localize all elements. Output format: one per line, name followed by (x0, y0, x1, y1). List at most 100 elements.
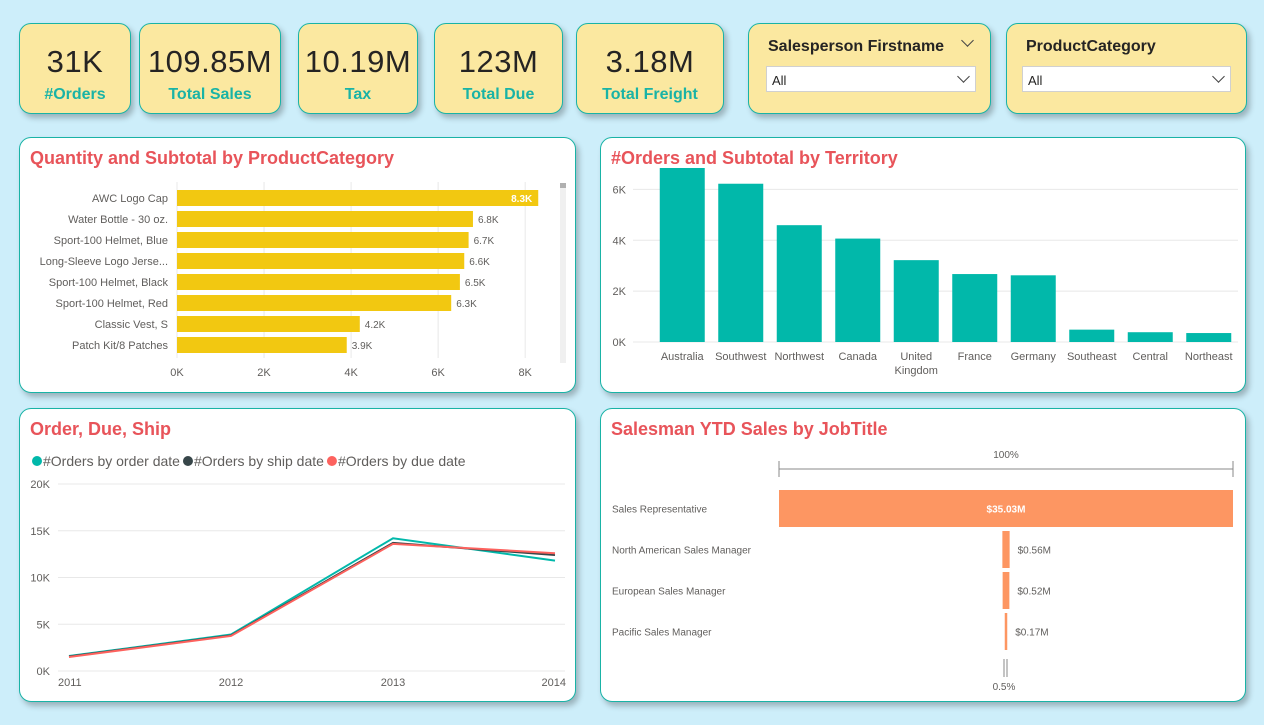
x-tick-label: 0K (170, 367, 184, 379)
category-label: Australia (661, 351, 705, 363)
x-tick-label: 2013 (381, 677, 405, 689)
category-label: Sales Representative (612, 505, 707, 516)
x-tick-label: 8K (518, 367, 532, 379)
category-label: Pacific Sales Manager (612, 628, 712, 639)
category-label: Patch Kit/8 Patches (72, 340, 168, 352)
data-label: $0.56M (1018, 546, 1051, 557)
x-tick-label: 4K (344, 367, 358, 379)
category-label: Sport-100 Helmet, Blue (54, 235, 168, 247)
bar (1010, 275, 1056, 342)
category-label: France (958, 351, 992, 363)
chevron-down-icon (957, 70, 970, 83)
category-label: Southwest (715, 351, 766, 363)
kpi-label: Tax (344, 86, 372, 103)
x-tick-label: 2012 (219, 677, 243, 689)
category-label: Central (1133, 351, 1168, 363)
slicer-salesperson: Salesperson Firstname All (748, 23, 991, 114)
category-label: North American Sales Manager (612, 546, 752, 557)
chevron-down-icon (1212, 70, 1225, 83)
y-tick-label: 15K (30, 526, 50, 538)
bar (177, 337, 347, 353)
bar (1186, 333, 1232, 342)
data-label: 6.5K (465, 278, 486, 289)
category-label: Sport-100 Helmet, Red (56, 298, 169, 310)
y-tick-label: 10K (30, 573, 50, 585)
bar (952, 274, 998, 342)
bar (659, 167, 705, 342)
slicer-productcategory: ProductCategory All (1006, 23, 1247, 114)
category-label: United Kingdom (895, 351, 938, 377)
bar (177, 295, 452, 311)
data-label: 6.7K (474, 236, 495, 247)
category-label: Canada (838, 351, 877, 363)
kpi-orders: 31K #Orders (19, 23, 131, 114)
panel-order-due-ship: Order, Due, Ship #Orders by order date #O… (19, 408, 576, 702)
productcategory-dropdown[interactable]: All (1022, 66, 1231, 92)
bar (893, 260, 939, 342)
kpi-label: Total Freight (602, 86, 698, 103)
legend-label: #Orders by due date (338, 453, 466, 469)
bar (835, 238, 881, 342)
kpi-value: 3.18M (605, 44, 695, 79)
category-label: Northwest (774, 351, 824, 363)
bar (776, 225, 822, 342)
kpi-value: 123M (458, 44, 539, 79)
bar (1127, 332, 1173, 342)
kpi-value: 31K (46, 44, 104, 79)
bar (177, 274, 460, 290)
series-line (68, 542, 556, 658)
legend-marker (326, 456, 337, 466)
chevron-down-icon[interactable] (961, 34, 974, 47)
data-label: 6.6K (469, 257, 490, 268)
category-label: Sport-100 Helmet, Black (49, 277, 169, 289)
bar (177, 232, 469, 248)
funnel-bar (1004, 613, 1008, 650)
kpi-label: #Orders (44, 86, 106, 103)
funnel-top-label: 100% (993, 450, 1019, 461)
category-label: AWC Logo Cap (92, 193, 168, 205)
bar (718, 183, 764, 342)
jobtitle-funnel-chart: 100% Sales Representative $35.03M North Ame… (612, 450, 1234, 693)
data-label: 8.3K (511, 194, 533, 205)
quantity-bar-chart: 0K 2K 4K 6K 8K AWC Logo Cap 8.3K Water Bottle -… (40, 182, 566, 379)
category-label: Southeast (1067, 351, 1117, 363)
salesperson-dropdown[interactable]: All (766, 66, 976, 92)
slicer-title: Salesperson Firstname (768, 38, 945, 55)
category-label: European Sales Manager (612, 587, 726, 598)
funnel-bar (1002, 531, 1010, 568)
funnel-bar (1002, 572, 1010, 609)
kpi-total-sales: 109.85M Total Sales (139, 23, 281, 114)
category-label: Classic Vest, S (95, 319, 168, 331)
category-label: Water Bottle - 30 oz. (68, 214, 168, 226)
data-label: $35.03M (987, 505, 1026, 516)
data-label: $0.52M (1017, 587, 1050, 598)
y-tick-label: 6K (613, 184, 627, 196)
bar (1069, 329, 1115, 342)
data-label: 4.2K (365, 320, 386, 331)
y-tick-label: 4K (613, 235, 627, 247)
slicer-title: ProductCategory (1026, 38, 1156, 55)
territory-bar-chart: 0K 2K 4K 6K Australia Southwest Northwest Canad… (613, 167, 1238, 377)
x-tick-label: 2011 (58, 677, 82, 689)
kpi-total-freight: 3.18M Total Freight (576, 23, 724, 114)
scrollbar[interactable] (560, 183, 566, 188)
category-label: Northeast (1185, 351, 1233, 363)
kpi-tax: 10.19M Tax (298, 23, 418, 114)
data-label: 6.8K (478, 215, 499, 226)
x-tick-label: 6K (431, 367, 445, 379)
kpi-label: Total Due (462, 86, 535, 103)
x-tick-label: 2014 (542, 677, 566, 689)
bar (177, 316, 360, 332)
kpi-total-due: 123M Total Due (434, 23, 563, 114)
funnel-bottom-label: 0.5% (993, 682, 1016, 693)
kpi-label: Total Sales (168, 86, 252, 103)
kpi-value: 10.19M (304, 44, 412, 79)
data-label: 6.3K (456, 299, 477, 310)
panel-salesman-ytd: Salesman YTD Sales by JobTitle 100% Sales… (600, 408, 1246, 702)
x-tick-label: 2K (257, 367, 271, 379)
category-label: Long-Sleeve Logo Jerse... (40, 256, 168, 268)
legend-marker (182, 456, 193, 466)
kpi-value: 109.85M (147, 44, 273, 79)
scrollbar-track (560, 188, 566, 363)
y-tick-label: 0K (613, 337, 627, 349)
